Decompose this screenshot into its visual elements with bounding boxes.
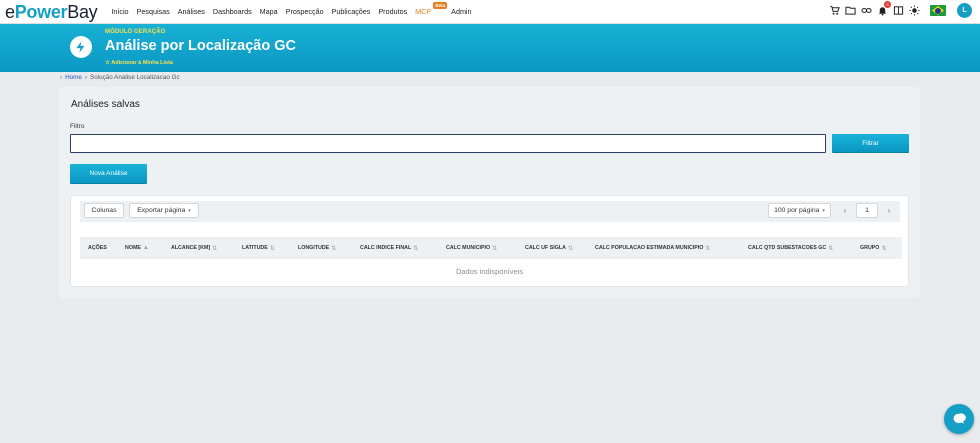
- link-icon[interactable]: [860, 4, 873, 17]
- add-to-list-link[interactable]: ☆ Adicionar à Minha Lista: [105, 60, 173, 66]
- beta-badge: Beta: [433, 2, 448, 9]
- logo-suffix: Bay: [67, 1, 98, 22]
- page-title: Análise por Localização GC: [105, 38, 296, 54]
- lightning-bolt-icon: [70, 36, 92, 58]
- epowerbay-logo[interactable]: e Power Bay: [5, 1, 98, 23]
- top-navbar: e Power Bay Início Pesquisas Análises Dash…: [0, 0, 980, 24]
- nav-item-produtos[interactable]: Produtos: [374, 7, 411, 16]
- nav-item-inicio[interactable]: Início: [107, 7, 132, 16]
- page-number-input[interactable]: 1: [856, 203, 878, 218]
- col-nome[interactable]: NOME ▲: [125, 237, 149, 259]
- notification-count: 4: [884, 1, 891, 8]
- nav-item-analises[interactable]: Análises: [174, 7, 209, 16]
- sort-icon: ⇅: [705, 245, 711, 252]
- table-header-row: AÇÕES NOME ▲ ALCANCE [KM] ⇅ LATITUDE ⇅ LONG…: [80, 237, 902, 259]
- col-calc-uf-sigla[interactable]: CALC UF SIGLA ⇅: [525, 237, 573, 259]
- sort-icon: ⇅: [331, 245, 337, 252]
- breadcrumb-current: Solução Analise Localizacao Gc: [90, 74, 180, 81]
- export-page-button[interactable]: Exportar página ▾: [129, 203, 199, 218]
- col-calc-populacao-label: CALC POPULACAO ESTIMADA MUNICIPIO: [595, 245, 704, 251]
- per-page-label: 100 por página: [774, 207, 820, 214]
- col-grupo-label: GRUPO: [860, 245, 880, 251]
- chevron-right-icon: ›: [84, 74, 88, 81]
- user-avatar[interactable]: L: [957, 3, 972, 18]
- col-latitude-label: LATITUDE: [242, 245, 268, 251]
- topbar-actions: 4 L: [828, 1, 972, 18]
- breadcrumb-home[interactable]: Home: [65, 74, 82, 81]
- col-calc-municipio-label: CALC MUNICIPIO: [446, 245, 491, 251]
- columns-button[interactable]: Colunas: [84, 203, 124, 218]
- nav-item-mcp[interactable]: MCP Beta: [411, 2, 448, 16]
- cart-icon[interactable]: [828, 4, 841, 17]
- col-acoes-label: AÇÕES: [88, 245, 107, 251]
- caret-down-icon: ▾: [822, 207, 825, 214]
- col-longitude-label: LONGITUDE: [298, 245, 330, 251]
- nav-item-prospeccao[interactable]: Prospecção: [282, 7, 328, 16]
- nav-item-mapa[interactable]: Mapa: [256, 7, 282, 16]
- logo-power: Power: [14, 1, 68, 22]
- chat-bubble-icon: [953, 413, 966, 424]
- col-nome-label: NOME: [125, 245, 141, 251]
- sort-asc-icon: ▲: [142, 245, 149, 251]
- col-calc-qtd-subestacoes-label: CALC QTD SUBESTACOES GC: [748, 245, 827, 251]
- next-page-button[interactable]: ›: [883, 203, 895, 218]
- filter-button[interactable]: Filtrar: [832, 134, 909, 153]
- nav-item-mcp-label: MCP: [415, 7, 432, 16]
- nav-item-admin[interactable]: Admin: [447, 7, 475, 16]
- card-title: Análises salvas: [71, 99, 140, 110]
- filter-label: Filtro: [70, 123, 85, 130]
- col-acoes: AÇÕES: [88, 237, 107, 259]
- prev-page-button[interactable]: ‹: [839, 203, 851, 218]
- col-longitude[interactable]: LONGITUDE ⇅: [298, 237, 336, 259]
- col-calc-uf-sigla-label: CALC UF SIGLA: [525, 245, 566, 251]
- sort-icon: ⇅: [567, 245, 573, 252]
- nav-item-dashboards[interactable]: Dashboards: [209, 7, 256, 16]
- saved-analyses-card: Análises salvas Filtro Filtrar Nova Anál…: [59, 87, 920, 298]
- analyses-table: Colunas Exportar página ▾ 100 por página…: [70, 195, 909, 287]
- sort-icon: ⇅: [413, 245, 419, 252]
- nav-item-pesquisas[interactable]: Pesquisas: [133, 7, 174, 16]
- col-calc-indice-final[interactable]: CALC INDICE FINAL ⇅: [360, 237, 418, 259]
- col-alcance[interactable]: ALCANCE [KM] ⇅: [171, 237, 217, 259]
- col-calc-indice-final-label: CALC INDICE FINAL: [360, 245, 412, 251]
- per-page-select[interactable]: 100 por página ▾: [768, 203, 831, 218]
- chevron-right-icon: ›: [60, 74, 63, 81]
- col-calc-qtd-subestacoes[interactable]: CALC QTD SUBESTACOES GC ⇅: [748, 237, 833, 259]
- logo-prefix: e: [5, 1, 15, 22]
- nav-item-publicacoes[interactable]: Publicações: [328, 7, 375, 16]
- folder-icon[interactable]: [844, 4, 857, 17]
- bell-icon[interactable]: 4: [876, 1, 891, 17]
- col-calc-municipio[interactable]: CALC MUNICIPIO ⇅: [446, 237, 497, 259]
- caret-down-icon: ▾: [188, 207, 191, 214]
- breadcrumb: › Home › Solução Analise Localizacao Gc: [60, 74, 180, 81]
- sort-icon: ⇅: [828, 245, 834, 252]
- book-icon[interactable]: [892, 4, 905, 17]
- chat-button[interactable]: [944, 404, 974, 434]
- col-calc-populacao[interactable]: CALC POPULACAO ESTIMADA MUNICIPIO ⇅: [595, 237, 710, 259]
- empty-state-text: Dados indisponíveis: [455, 267, 524, 276]
- filter-input[interactable]: [70, 134, 826, 153]
- sort-icon: ⇅: [212, 245, 218, 252]
- sort-icon: ⇅: [881, 245, 887, 252]
- sort-icon: ⇅: [492, 245, 498, 252]
- main-menu: Início Pesquisas Análises Dashboards Map…: [107, 2, 475, 16]
- new-analysis-button[interactable]: Nova Análise: [70, 164, 147, 184]
- col-grupo[interactable]: GRUPO ⇅: [860, 237, 886, 259]
- brazil-flag-icon[interactable]: [930, 5, 946, 16]
- sort-icon: ⇅: [269, 245, 275, 252]
- col-alcance-label: ALCANCE [KM]: [171, 245, 211, 251]
- export-page-label: Exportar página: [137, 207, 186, 214]
- col-latitude[interactable]: LATITUDE ⇅: [242, 237, 275, 259]
- sun-icon[interactable]: [908, 4, 921, 17]
- module-label: MÓDULO GERAÇÃO: [105, 29, 166, 35]
